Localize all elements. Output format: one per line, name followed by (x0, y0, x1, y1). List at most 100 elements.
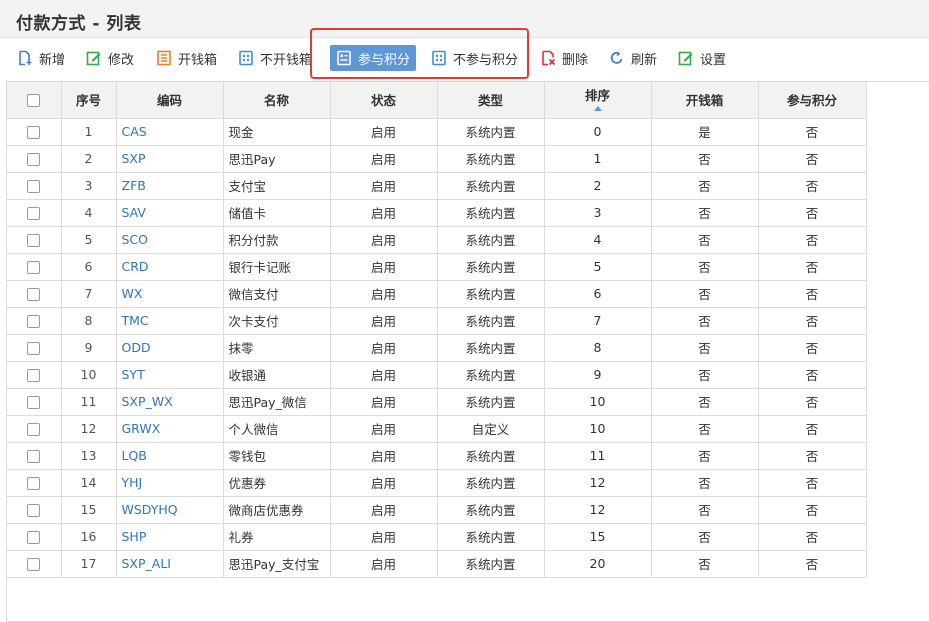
row-checkbox[interactable] (27, 234, 41, 247)
column-header-name[interactable]: 名称 (223, 82, 331, 119)
cell-code[interactable]: GRWX (116, 415, 224, 443)
row-select-cell[interactable] (7, 226, 62, 254)
cell-code[interactable]: TMC (116, 307, 224, 335)
row-select-cell[interactable] (7, 172, 62, 200)
column-header-cash-box[interactable]: 开钱箱 (651, 82, 759, 119)
cell-order: 1 (544, 145, 652, 173)
exclude-points-button[interactable]: 不参与积分 (431, 47, 518, 69)
table-row[interactable]: 14 YHJ 优惠券 启用 系统内置 12 否否 (7, 469, 867, 497)
row-select-cell[interactable] (7, 361, 62, 389)
column-header-status[interactable]: 状态 (330, 82, 438, 119)
row-checkbox[interactable] (27, 207, 41, 220)
table-row[interactable]: 16 SHP 礼券 启用 系统内置 15 否否 (7, 523, 867, 551)
table-row[interactable]: 17 SXP_ALI 思迅Pay_支付宝 启用 系统内置 20 否否 (7, 550, 867, 578)
cell-code[interactable]: WSDYHQ (116, 496, 224, 524)
table-row[interactable]: 5 SCO 积分付款 启用 系统内置 4 否否 (7, 226, 867, 254)
cell-code[interactable]: SYT (116, 361, 224, 389)
cell-points: 否 (758, 199, 867, 227)
table-row[interactable]: 1 CAS 现金 启用 系统内置 0 是否 (7, 118, 867, 146)
row-checkbox[interactable] (27, 342, 41, 355)
cell-cash-box: 否 (651, 469, 759, 497)
row-select-cell[interactable] (7, 469, 62, 497)
delete-button[interactable]: 删除 (540, 47, 588, 69)
settings-button[interactable]: 设置 (678, 47, 726, 69)
column-header-points[interactable]: 参与积分 (758, 82, 867, 119)
column-header-seq[interactable]: 序号 (61, 82, 117, 119)
row-select-cell[interactable] (7, 442, 62, 470)
row-select-cell[interactable] (7, 388, 62, 416)
table-row[interactable]: 6 CRD 银行卡记账 启用 系统内置 5 否否 (7, 253, 867, 281)
cell-code[interactable]: WX (116, 280, 224, 308)
table-row[interactable]: 13 LQB 零钱包 启用 系统内置 11 否否 (7, 442, 867, 470)
row-checkbox[interactable] (27, 153, 41, 166)
row-select-cell[interactable] (7, 334, 62, 362)
row-checkbox[interactable] (27, 261, 41, 274)
cell-code[interactable]: LQB (116, 442, 224, 470)
row-checkbox[interactable] (27, 477, 41, 490)
select-all-header[interactable] (7, 82, 62, 119)
cell-status: 启用 (330, 172, 438, 200)
row-checkbox[interactable] (27, 288, 41, 301)
row-checkbox[interactable] (27, 315, 41, 328)
row-checkbox[interactable] (27, 369, 41, 382)
cell-code[interactable]: SXP (116, 145, 224, 173)
table-row[interactable]: 9 ODD 抹零 启用 系统内置 8 否否 (7, 334, 867, 362)
row-checkbox[interactable] (27, 504, 41, 517)
table-row[interactable]: 8 TMC 次卡支付 启用 系统内置 7 否否 (7, 307, 867, 335)
table-row[interactable]: 12 GRWX 个人微信 启用 自定义 10 否否 (7, 415, 867, 443)
cell-code[interactable]: YHJ (116, 469, 224, 497)
table-row[interactable]: 4 SAV 储值卡 启用 系统内置 3 否否 (7, 199, 867, 227)
table-row[interactable]: 11 SXP_WX 思迅Pay_微信 启用 系统内置 10 否否 (7, 388, 867, 416)
row-select-cell[interactable] (7, 118, 62, 146)
edit-button[interactable]: 修改 (86, 47, 134, 69)
row-select-cell[interactable] (7, 523, 62, 551)
row-checkbox[interactable] (27, 180, 41, 193)
cell-code[interactable]: SXP_ALI (116, 550, 224, 578)
row-checkbox[interactable] (27, 423, 41, 436)
cell-seq: 3 (61, 172, 117, 200)
cell-code[interactable]: ODD (116, 334, 224, 362)
row-select-cell[interactable] (7, 307, 62, 335)
add-button[interactable]: 新增 (17, 47, 65, 69)
row-checkbox[interactable] (27, 126, 41, 139)
cell-cash-box: 否 (651, 145, 759, 173)
cell-type: 系统内置 (437, 469, 545, 497)
table-row[interactable]: 10 SYT 收银通 启用 系统内置 9 否否 (7, 361, 867, 389)
row-checkbox[interactable] (27, 396, 41, 409)
cell-code[interactable]: SHP (116, 523, 224, 551)
row-checkbox[interactable] (27, 558, 41, 571)
cell-type: 系统内置 (437, 361, 545, 389)
table-row[interactable]: 3 ZFB 支付宝 启用 系统内置 2 否否 (7, 172, 867, 200)
select-all-checkbox[interactable] (27, 94, 41, 108)
cell-code[interactable]: ZFB (116, 172, 224, 200)
cell-order: 7 (544, 307, 652, 335)
row-select-cell[interactable] (7, 145, 62, 173)
cell-code[interactable]: CRD (116, 253, 224, 281)
row-select-cell[interactable] (7, 253, 62, 281)
table-row[interactable]: 15 WSDYHQ 微商店优惠券 启用 系统内置 12 否否 (7, 496, 867, 524)
row-select-cell[interactable] (7, 550, 62, 578)
column-header-order[interactable]: 排序 (544, 82, 652, 119)
refresh-button[interactable]: 刷新 (609, 47, 657, 69)
row-checkbox[interactable] (27, 450, 41, 463)
row-select-cell[interactable] (7, 415, 62, 443)
cell-status: 启用 (330, 307, 438, 335)
table-row[interactable]: 7 WX 微信支付 启用 系统内置 6 否否 (7, 280, 867, 308)
row-select-cell[interactable] (7, 280, 62, 308)
open-cash-box-button[interactable]: 开钱箱 (156, 47, 217, 69)
cell-code[interactable]: CAS (116, 118, 224, 146)
join-points-button[interactable]: 参与积分 (330, 45, 417, 71)
row-checkbox[interactable] (27, 531, 41, 544)
cell-name: 思迅Pay_微信 (223, 388, 331, 416)
column-header-code[interactable]: 编码 (116, 82, 224, 119)
close-cash-box-button[interactable]: 不开钱箱 (238, 47, 312, 69)
table-row[interactable]: 2 SXP 思迅Pay 启用 系统内置 1 否否 (7, 145, 867, 173)
column-header-type[interactable]: 类型 (437, 82, 545, 119)
cell-type: 系统内置 (437, 523, 545, 551)
cell-code[interactable]: SAV (116, 199, 224, 227)
cell-order: 15 (544, 523, 652, 551)
row-select-cell[interactable] (7, 496, 62, 524)
cell-code[interactable]: SXP_WX (116, 388, 224, 416)
cell-code[interactable]: SCO (116, 226, 224, 254)
row-select-cell[interactable] (7, 199, 62, 227)
